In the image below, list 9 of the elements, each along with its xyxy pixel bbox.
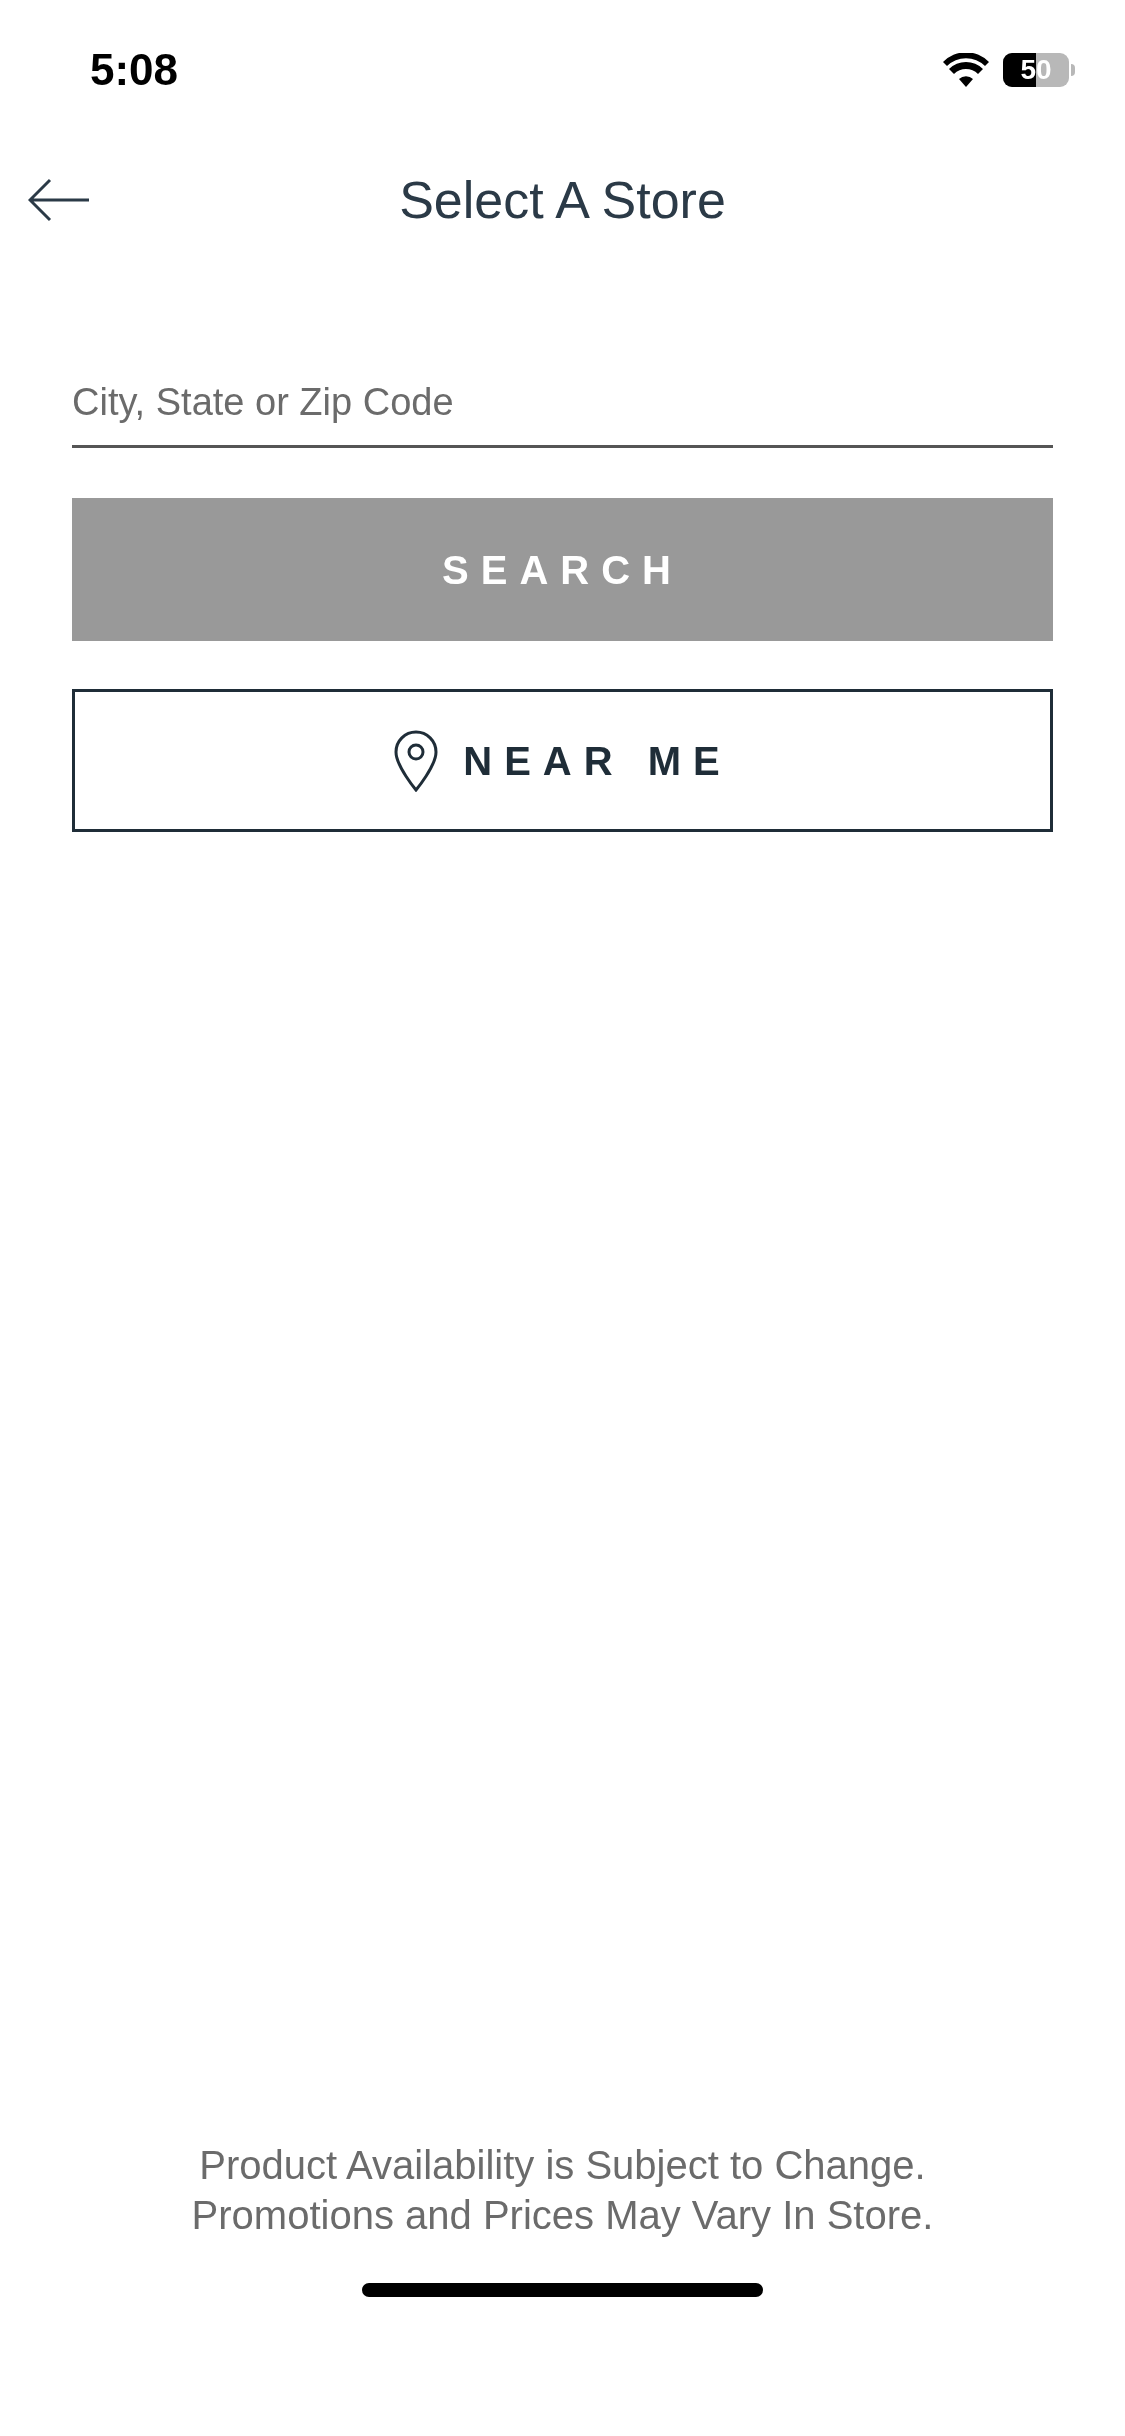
status-time: 5:08 bbox=[90, 44, 179, 96]
map-pin-icon bbox=[393, 729, 440, 792]
back-button[interactable] bbox=[28, 178, 92, 222]
disclaimer-text: Promotions and Prices May Vary In Store. bbox=[191, 2192, 934, 2239]
wifi-icon bbox=[943, 53, 989, 87]
near-me-button[interactable]: NEAR ME bbox=[72, 689, 1053, 832]
disclaimer-text: Product Availability is Subject to Change. bbox=[199, 2142, 926, 2189]
back-arrow-icon bbox=[28, 178, 90, 222]
page-title: Select A Store bbox=[399, 170, 726, 231]
